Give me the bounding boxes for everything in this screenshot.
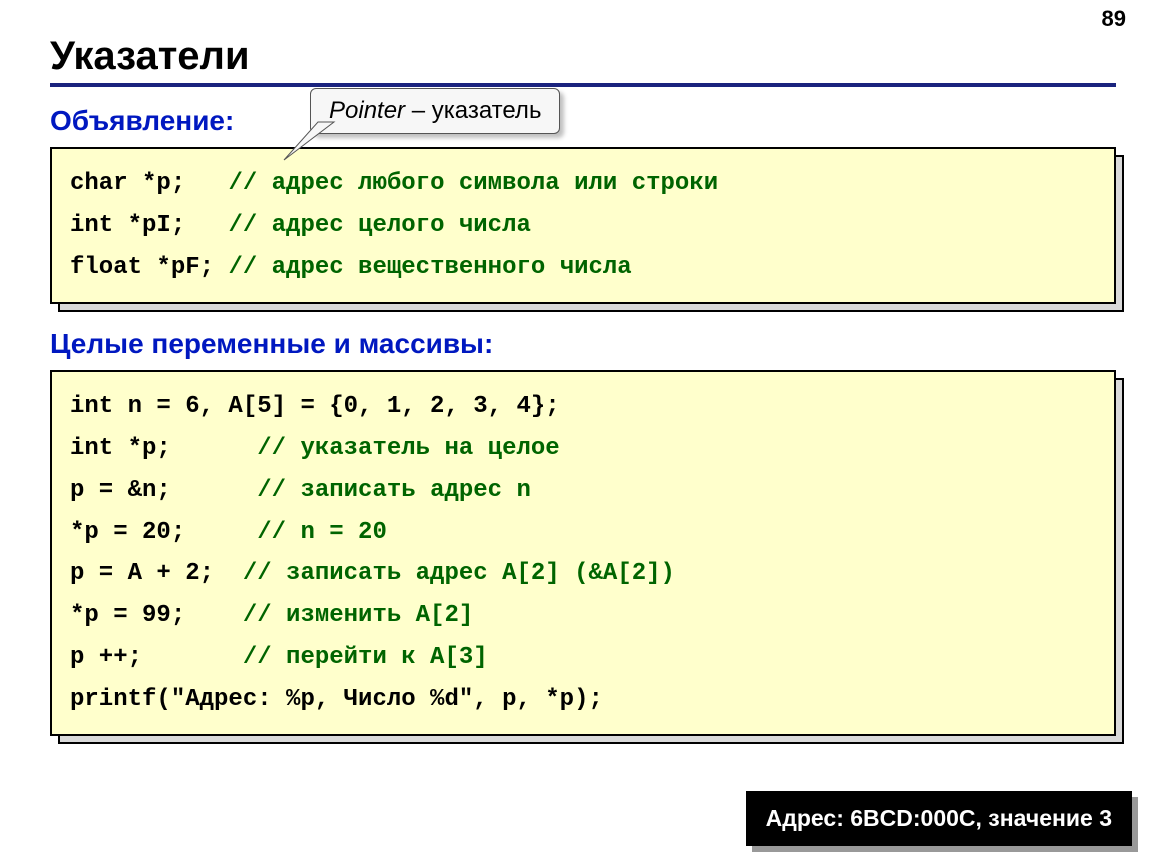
callout-italic: Pointer [329, 97, 405, 124]
subheading-arrays: Целые переменные и массивы: [50, 328, 1116, 360]
output-label: Адрес: 6BCD:000C, значение 3 [746, 791, 1132, 846]
slide-title: Указатели [50, 34, 1116, 79]
page-number: 89 [1102, 6, 1126, 32]
pointer-callout: Pointer – указатель [310, 88, 560, 134]
code-line: int *p; // указатель на целое [70, 428, 1096, 470]
code-line: p = &n; // записать адрес n [70, 470, 1096, 512]
code-block-usage: int n = 6, A[5] = {0, 1, 2, 3, 4}; int *… [50, 370, 1116, 736]
callout-tail [276, 122, 336, 162]
code-line: p = A + 2; // записать адрес A[2] (&A[2]… [70, 553, 1096, 595]
code-line: int n = 6, A[5] = {0, 1, 2, 3, 4}; [70, 386, 1096, 428]
code-line: *p = 20; // n = 20 [70, 512, 1096, 554]
subheading-declaration: Объявление: [50, 105, 1116, 137]
code-line: char *p; // адрес любого символа или стр… [70, 163, 1096, 205]
code-line: printf("Адрес: %p, Число %d", p, *p); [70, 679, 1096, 721]
title-rule [50, 83, 1116, 87]
code-line: *p = 99; // изменить A[2] [70, 595, 1096, 637]
code-line: p ++; // перейти к A[3] [70, 637, 1096, 679]
code-line: float *pF; // адрес вещественного числа [70, 247, 1096, 289]
callout-text: – указатель [405, 97, 541, 124]
code-block-declaration: char *p; // адрес любого символа или стр… [50, 147, 1116, 304]
code-line: int *pI; // адрес целого числа [70, 205, 1096, 247]
